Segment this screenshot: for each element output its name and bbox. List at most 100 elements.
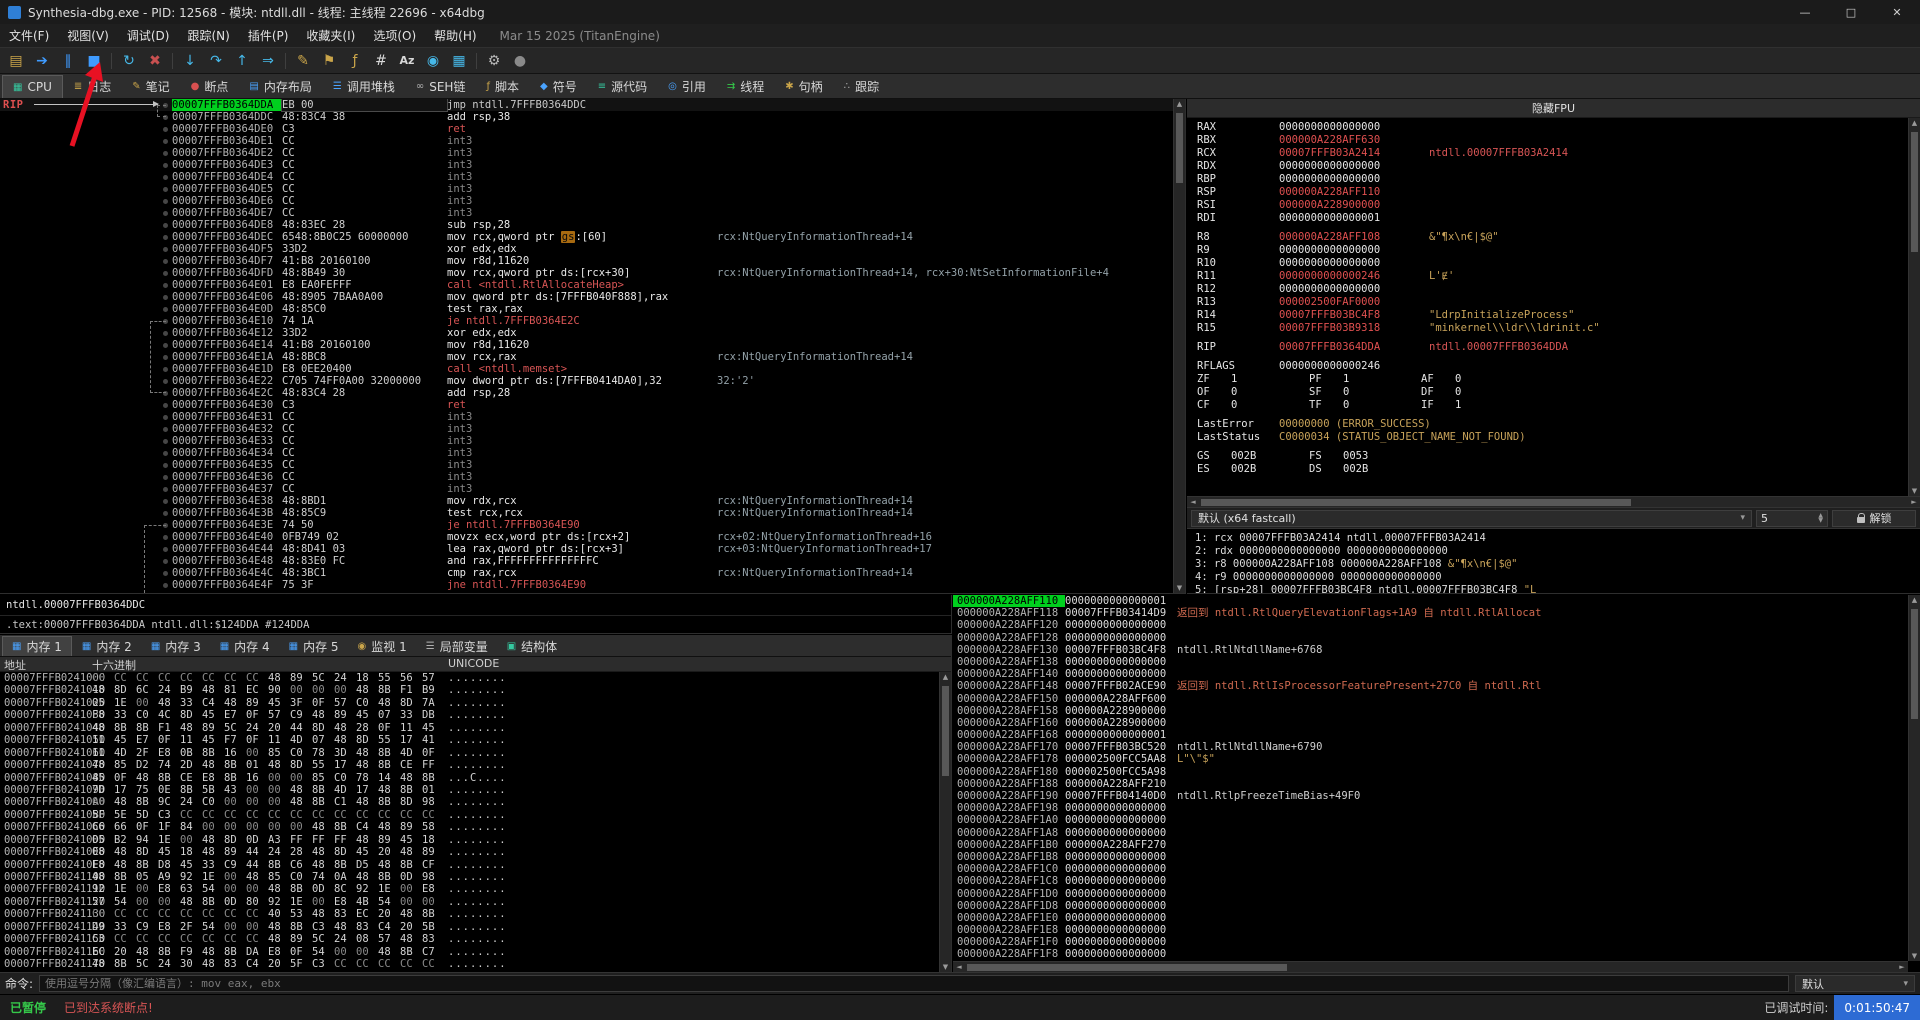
breakpoint-dot[interactable] [163, 211, 168, 216]
dump-row[interactable]: 00007FFFB0241160EC20488BF9488BDAE80F5400… [0, 946, 951, 958]
dump-row[interactable]: 00007FFFB02410E008488D45184889442428488D… [0, 846, 951, 858]
breakpoint-dot[interactable] [163, 163, 168, 168]
stack-row[interactable]: 000000A228AFF1B80000000000000000 [953, 851, 1908, 863]
breakpoint-dot[interactable] [163, 559, 168, 564]
tab-cpu[interactable]: ▦CPU [2, 75, 63, 98]
disasm-row[interactable]: 00007FFFB0364E32CCint3 [0, 423, 1185, 435]
register-row[interactable]: RSI000000A228900000 [1187, 199, 1920, 212]
stack-row[interactable]: 000000A228AFF1A00000000000000000 [953, 814, 1908, 826]
pause-icon[interactable]: ∥ [56, 49, 80, 72]
disasm-row[interactable]: 00007FFFB0364E3848:8BD1mov rdx,rcxrcx:Nt… [0, 495, 1185, 507]
disasm-row[interactable]: 00007FFFB0364E3E74 50je ntdll.7FFFB0364E… [0, 519, 1185, 531]
dump-row[interactable]: 00007FFFB02410B05F5E5DC3CCCCCCCCCCCCCCCC… [0, 809, 951, 821]
disasm-row[interactable]: 00007FFFB0364DF533D2xor edx,edx [0, 243, 1185, 255]
menu-item-f[interactable]: 文件(F) [0, 24, 58, 47]
scroll-up-icon[interactable]: ▲ [1909, 118, 1920, 128]
stack-row[interactable]: 000000A228AFF1B0000000A228AFF270 [953, 839, 1908, 851]
register-row[interactable]: LastStatusC0000034 (STATUS_OBJECT_NAME_N… [1187, 431, 1920, 444]
flag-cell[interactable]: PF1 [1309, 373, 1421, 386]
strings-icon[interactable]: Az [395, 49, 419, 72]
breakpoint-dot[interactable] [163, 439, 168, 444]
disasm-row[interactable]: 00007FFFB0364E30C3ret [0, 399, 1185, 411]
register-row[interactable]: R1500007FFFB03B9318"minkernel\\ldr\\ldri… [1187, 322, 1920, 335]
register-row[interactable]: R100000000000000000 [1187, 257, 1920, 270]
scrollbar-thumb[interactable] [942, 686, 949, 776]
run-icon[interactable]: ➔ [30, 49, 54, 72]
stack-row[interactable]: 000000A228AFF1F80000000000000000 [953, 948, 1908, 960]
calling-convention-select[interactable]: 默认 (x64 fastcall) ▾ [1191, 510, 1752, 527]
menu-item-p[interactable]: 插件(P) [239, 24, 298, 47]
flag-cell[interactable]: TF0 [1309, 399, 1421, 412]
tab-handles[interactable]: ✱句柄 [775, 75, 832, 98]
stack-row[interactable]: 000000A228AFF160000000A228900000 [953, 717, 1908, 729]
breakpoint-dot[interactable] [163, 487, 168, 492]
breakpoint-dot[interactable] [163, 535, 168, 540]
stop-icon[interactable]: ■ [82, 49, 106, 72]
tab-dump3[interactable]: ▦内存 3 [142, 636, 210, 656]
breakpoint-dot[interactable] [163, 235, 168, 240]
stack-row[interactable]: 000000A228AFF1200000000000000000 [953, 619, 1908, 631]
breakpoint-dot[interactable] [163, 511, 168, 516]
disasm-row[interactable]: 00007FFFB0364E400FB749 02movzx ecx,word … [0, 531, 1185, 543]
breakpoint-dot[interactable] [163, 103, 168, 108]
flag-cell[interactable]: SF0 [1309, 386, 1421, 399]
stack-row[interactable]: 000000A228AFF1100000000000000001 [953, 595, 1908, 607]
flag-cell[interactable]: IF1 [1421, 399, 1533, 412]
tab-seh[interactable]: ∞SEH链 [406, 75, 476, 98]
memory-map-icon[interactable]: ▦ [447, 49, 471, 72]
flag-cell[interactable]: FS0053 [1309, 450, 1421, 463]
stack-row[interactable]: 000000A228AFF1400000000000000000 [953, 668, 1908, 680]
tab-symbols[interactable]: ◆符号 [530, 75, 587, 98]
dump-row[interactable]: 00007FFFB0241030F833C04C8D45E70F57C94889… [0, 709, 951, 721]
tab-script[interactable]: ƒ脚本 [476, 75, 529, 98]
breakpoint-dot[interactable] [163, 355, 168, 360]
step-into-icon[interactable]: ↓ [178, 49, 202, 72]
disasm-row[interactable]: 00007FFFB0364E36CCint3 [0, 471, 1185, 483]
scroll-right-icon[interactable]: ► [1910, 498, 1918, 507]
stack-row[interactable]: 000000A228AFF14800007FFFB02ACE90返回到 ntdl… [953, 680, 1908, 692]
breakpoint-dot[interactable] [163, 571, 168, 576]
menu-item-n[interactable]: 跟踪(N) [178, 24, 238, 47]
dump-row[interactable]: 00007FFFB0241020051E004833C44889453F0F57… [0, 697, 951, 709]
register-row[interactable]: R13000002500FAF0000 [1187, 296, 1920, 309]
breakpoint-dot[interactable] [163, 187, 168, 192]
dump-row[interactable]: 00007FFFB0241080450F488BCEE88B16000085C0… [0, 772, 951, 784]
restart-icon[interactable]: ↻ [117, 49, 141, 72]
disasm-row[interactable]: 00007FFFB0364E4448:8D41 03lea rax,qword … [0, 543, 1185, 555]
scroll-up-icon[interactable]: ▲ [940, 672, 951, 682]
register-row[interactable]: RCX00007FFFB03A2414ntdll.00007FFFB03A241… [1187, 147, 1920, 160]
hide-fpu-button[interactable]: 隐藏FPU [1187, 99, 1920, 118]
menu-item-d[interactable]: 调试(D) [118, 24, 179, 47]
scrollbar-thumb[interactable] [1201, 499, 1631, 506]
command-input[interactable] [39, 975, 1789, 992]
disasm-row[interactable]: 00007FFFB0364DE1CCint3 [0, 135, 1185, 147]
stack-row[interactable]: 000000A228AFF150000000A228AFF600 [953, 693, 1908, 705]
tab-call-stack[interactable]: ☰调用堆栈 [323, 75, 405, 98]
menu-item-i[interactable]: 收藏夹(I) [297, 24, 364, 47]
argument-line[interactable]: 4: r9 0000000000000000 0000000000000000 [1187, 571, 1920, 584]
breakpoint-dot[interactable] [163, 259, 168, 264]
breakpoint-dot[interactable] [163, 247, 168, 252]
stack-scrollbar[interactable]: ▲ ▼ [1908, 595, 1920, 961]
stack-row[interactable]: 000000A228AFF178000002500FCC5AA8L"\"$" [953, 753, 1908, 765]
scroll-up-icon[interactable]: ▲ [1909, 595, 1920, 605]
disasm-row[interactable]: 00007FFFB0364E35CCint3 [0, 459, 1185, 471]
registers-scrollbar[interactable]: ▲ ▼ [1908, 118, 1920, 496]
comment-icon[interactable]: ⚑ [317, 49, 341, 72]
close-button[interactable]: ✕ [1874, 0, 1920, 24]
register-row[interactable]: RDI0000000000000001 [1187, 212, 1920, 225]
disasm-row[interactable]: 00007FFFB0364DEC6548:8B0C25 60000000mov … [0, 231, 1185, 243]
breakpoint-dot[interactable] [163, 175, 168, 180]
flag-cell[interactable]: ES002B [1197, 463, 1309, 476]
help-icon[interactable]: ● [508, 49, 532, 72]
stack-row[interactable]: 000000A228AFF17000007FFFB03BC520ntdll.Rt… [953, 741, 1908, 753]
disasm-row[interactable]: 00007FFFB0364DE5CCint3 [0, 183, 1185, 195]
disasm-row[interactable]: 00007FFFB0364E1074 1Aje ntdll.7FFFB0364E… [0, 315, 1185, 327]
disasm-row[interactable]: 00007FFFB0364E3B48:85C9test rcx,rcxrcx:N… [0, 507, 1185, 519]
register-row[interactable]: R120000000000000000 [1187, 283, 1920, 296]
stack-row[interactable]: 000000A228AFF1E00000000000000000 [953, 912, 1908, 924]
breakpoint-dot[interactable] [163, 127, 168, 132]
disasm-row[interactable]: 00007FFFB0364E4C48:3BC1cmp rax,rcxrcx:Nt… [0, 567, 1185, 579]
disasm-row[interactable]: RIP00007FFFB0364DDAEB 00jmp ntdll.7FFFB0… [0, 99, 1185, 111]
tab-source[interactable]: ≡源代码 [588, 75, 657, 98]
